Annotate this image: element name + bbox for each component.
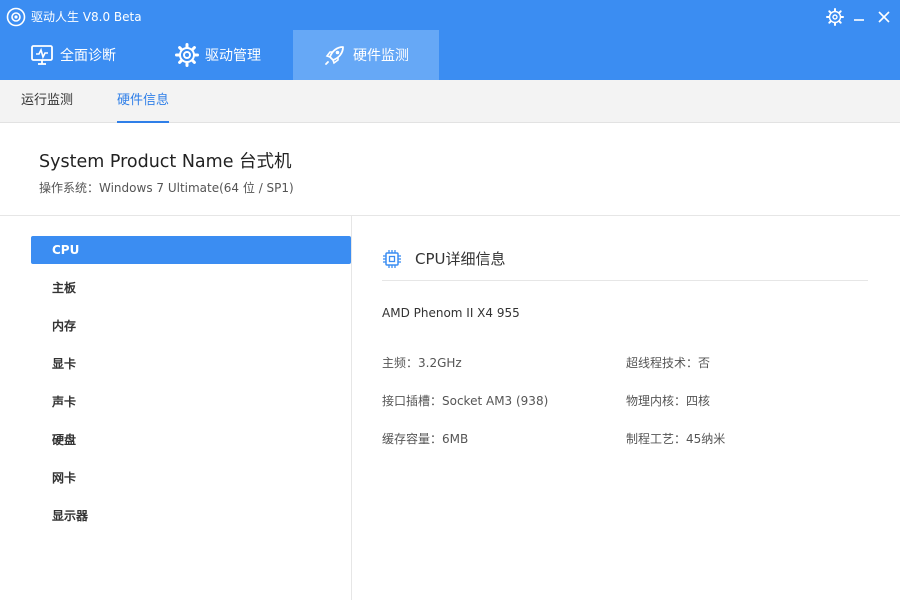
category-monitor[interactable]: 显示器 <box>31 502 351 530</box>
category-graphics-card[interactable]: 显卡 <box>31 350 351 378</box>
gear-icon <box>826 8 844 26</box>
tab-label: 驱动管理 <box>205 48 261 64</box>
spec-cache: 缓存容量：6MB <box>382 432 469 446</box>
settings-button[interactable] <box>824 6 846 28</box>
sub-navigation: 运行监测 硬件信息 <box>0 80 900 123</box>
subtab-hardware-info[interactable]: 硬件信息 <box>117 80 170 123</box>
category-cpu[interactable]: CPU <box>31 236 351 264</box>
app-logo-icon <box>6 7 26 27</box>
cpu-model: AMD Phenom II X4 955 <box>382 306 520 320</box>
category-memory[interactable]: 内存 <box>31 312 351 340</box>
rocket-icon <box>323 43 347 67</box>
divider <box>0 215 900 216</box>
category-hard-disk[interactable]: 硬盘 <box>31 426 351 454</box>
title-bar: 驱动人生 V8.0 Beta 全面诊断 驱动管理 硬件监测 <box>0 0 900 80</box>
tab-hardware-monitor[interactable]: 硬件监测 <box>293 30 439 80</box>
minimize-button[interactable] <box>848 6 870 28</box>
chip-icon <box>382 249 402 269</box>
app-title: 驱动人生 V8.0 Beta <box>31 10 142 24</box>
category-motherboard[interactable]: 主板 <box>31 274 351 302</box>
tab-driver-management[interactable]: 驱动管理 <box>175 30 261 80</box>
close-icon <box>878 11 890 23</box>
category-network-card[interactable]: 网卡 <box>31 464 351 492</box>
gear-icon <box>175 43 199 67</box>
spec-physical-cores: 物理内核：四核 <box>626 394 711 408</box>
close-button[interactable] <box>873 6 895 28</box>
spec-frequency: 主频：3.2GHz <box>382 356 462 370</box>
spec-hyperthreading: 超线程技术：否 <box>626 356 711 370</box>
tab-label: 硬件监测 <box>353 48 409 64</box>
divider <box>351 216 352 600</box>
monitor-check-icon <box>30 43 54 67</box>
detail-title: CPU详细信息 <box>415 250 506 268</box>
minimize-icon <box>854 19 864 21</box>
subtab-runtime-monitor[interactable]: 运行监测 <box>21 80 73 123</box>
spec-process: 制程工艺：45纳米 <box>626 432 726 446</box>
divider <box>382 280 868 281</box>
category-sound-card[interactable]: 声卡 <box>31 388 351 416</box>
os-info: 操作系统：Windows 7 Ultimate(64 位 / SP1) <box>39 181 294 195</box>
tab-full-diagnosis[interactable]: 全面诊断 <box>30 30 116 80</box>
spec-socket: 接口插槽：Socket AM3 (938) <box>382 394 549 408</box>
system-title: System Product Name 台式机 <box>39 152 292 172</box>
tab-label: 全面诊断 <box>60 48 116 64</box>
